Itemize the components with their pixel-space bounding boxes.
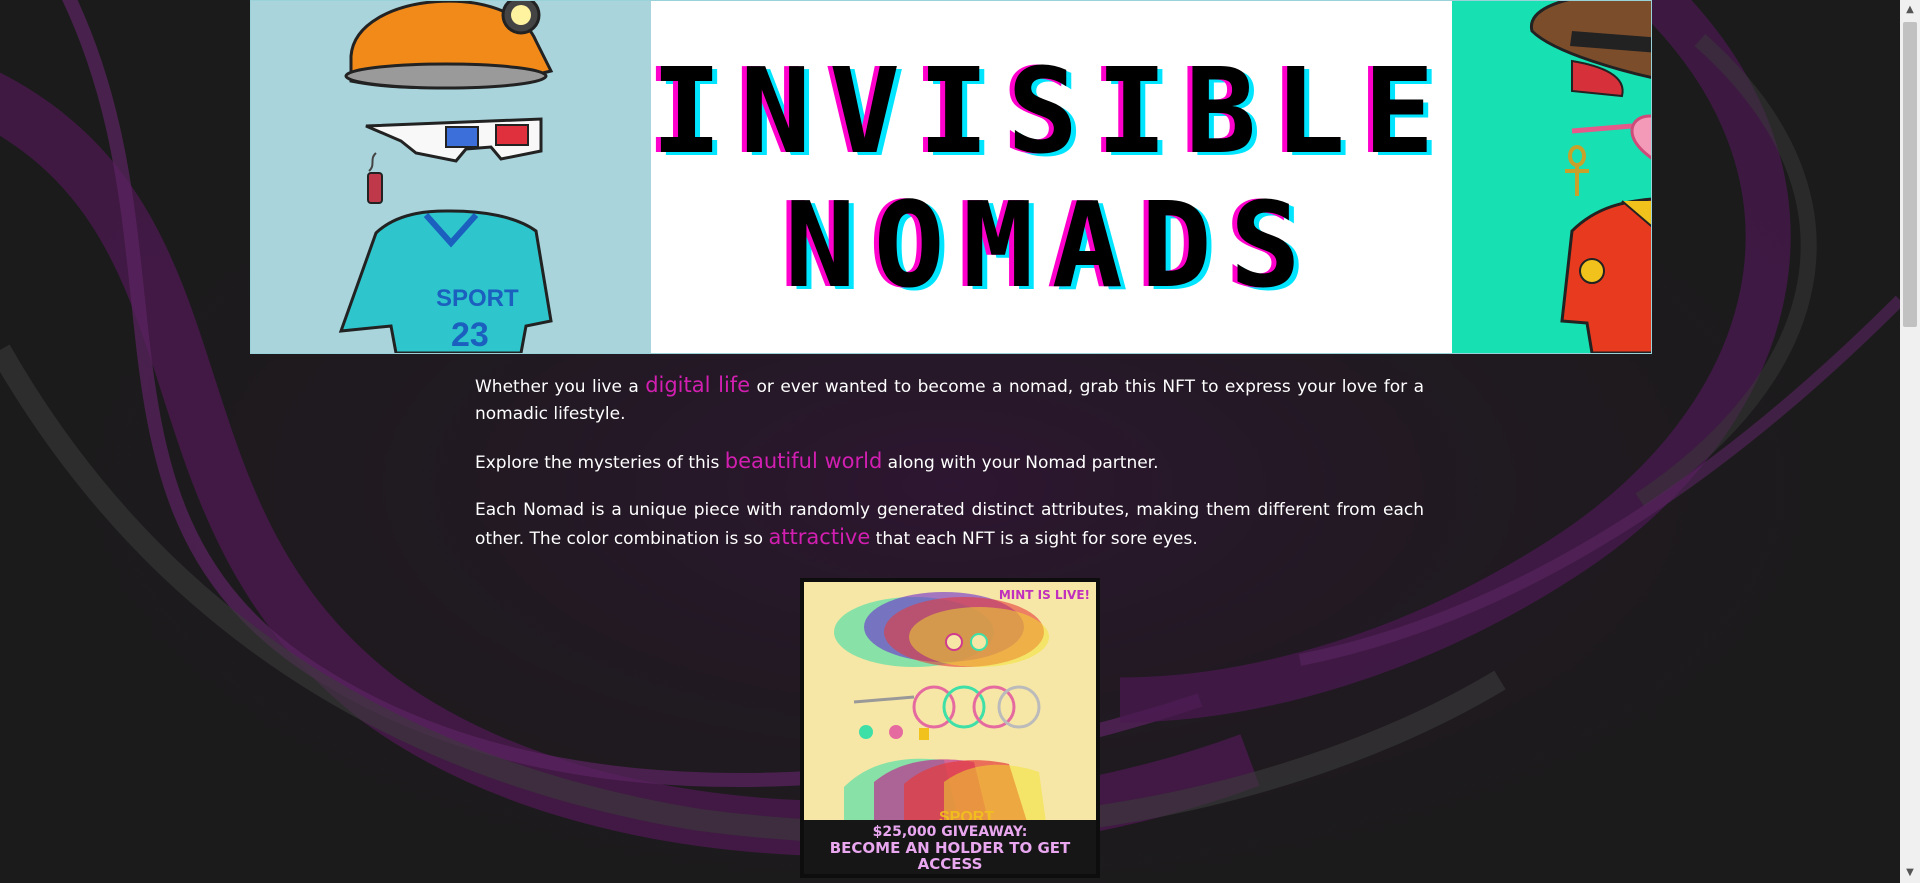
polo-shirt-icon bbox=[1560, 197, 1651, 353]
svg-text:23: 23 bbox=[451, 316, 489, 353]
giveaway-line2: BECOME AN HOLDER TO GET ACCESS bbox=[829, 839, 1071, 873]
highlight-digital-life: digital life bbox=[645, 373, 751, 397]
giveaway-line1: $25,000 GIVEAWAY: bbox=[872, 824, 1028, 840]
mint-live-badge: MINT IS LIVE! bbox=[998, 588, 1090, 602]
banner-right-panel bbox=[1452, 1, 1651, 353]
highlight-beautiful-world: beautiful world bbox=[724, 449, 883, 473]
cowboy-hat-icon bbox=[1530, 1, 1651, 98]
paragraph-attractive: Each Nomad is a unique piece with random… bbox=[475, 500, 1424, 549]
ankh-pendant-icon bbox=[1565, 145, 1590, 196]
banner-title-line1: INVISIBLE bbox=[651, 42, 1453, 180]
scroll-up-arrow-icon[interactable]: ▲ bbox=[1900, 0, 1920, 20]
giveaway-caption: $25,000 GIVEAWAY: BECOME AN HOLDER TO GE… bbox=[804, 820, 1096, 874]
description-text: Whether you live a digital life or ever … bbox=[475, 372, 1424, 573]
banner-title-line2: NOMADS bbox=[784, 176, 1319, 314]
3d-glasses-icon bbox=[365, 117, 543, 163]
banner-title-panel: INVISIBLE NOMADS bbox=[651, 1, 1453, 353]
page-scrollbar[interactable]: ▲ ▼ bbox=[1900, 0, 1920, 883]
scrollbar-thumb[interactable] bbox=[1903, 22, 1917, 327]
scroll-down-arrow-icon[interactable]: ▼ bbox=[1900, 863, 1920, 883]
giveaway-promo-image[interactable]: SPORT MINT IS LIVE! $25,000 GIVEAWAY: BE… bbox=[800, 578, 1100, 878]
svg-text:SPORT: SPORT bbox=[436, 285, 519, 312]
hero-banner: SPORT 23 INVISIBLE NOMADS bbox=[250, 0, 1652, 354]
paragraph-beautiful-world: Explore the mysteries of this beautiful … bbox=[475, 449, 1159, 473]
paragraph-digital-life: Whether you live a digital life or ever … bbox=[475, 373, 1424, 424]
banner-left-panel: SPORT 23 bbox=[251, 1, 651, 353]
miner-helmet-icon bbox=[344, 1, 554, 90]
highlight-attractive: attractive bbox=[768, 525, 871, 549]
sport-jersey-icon: SPORT 23 bbox=[338, 209, 553, 353]
dynamite-icon bbox=[367, 152, 383, 204]
